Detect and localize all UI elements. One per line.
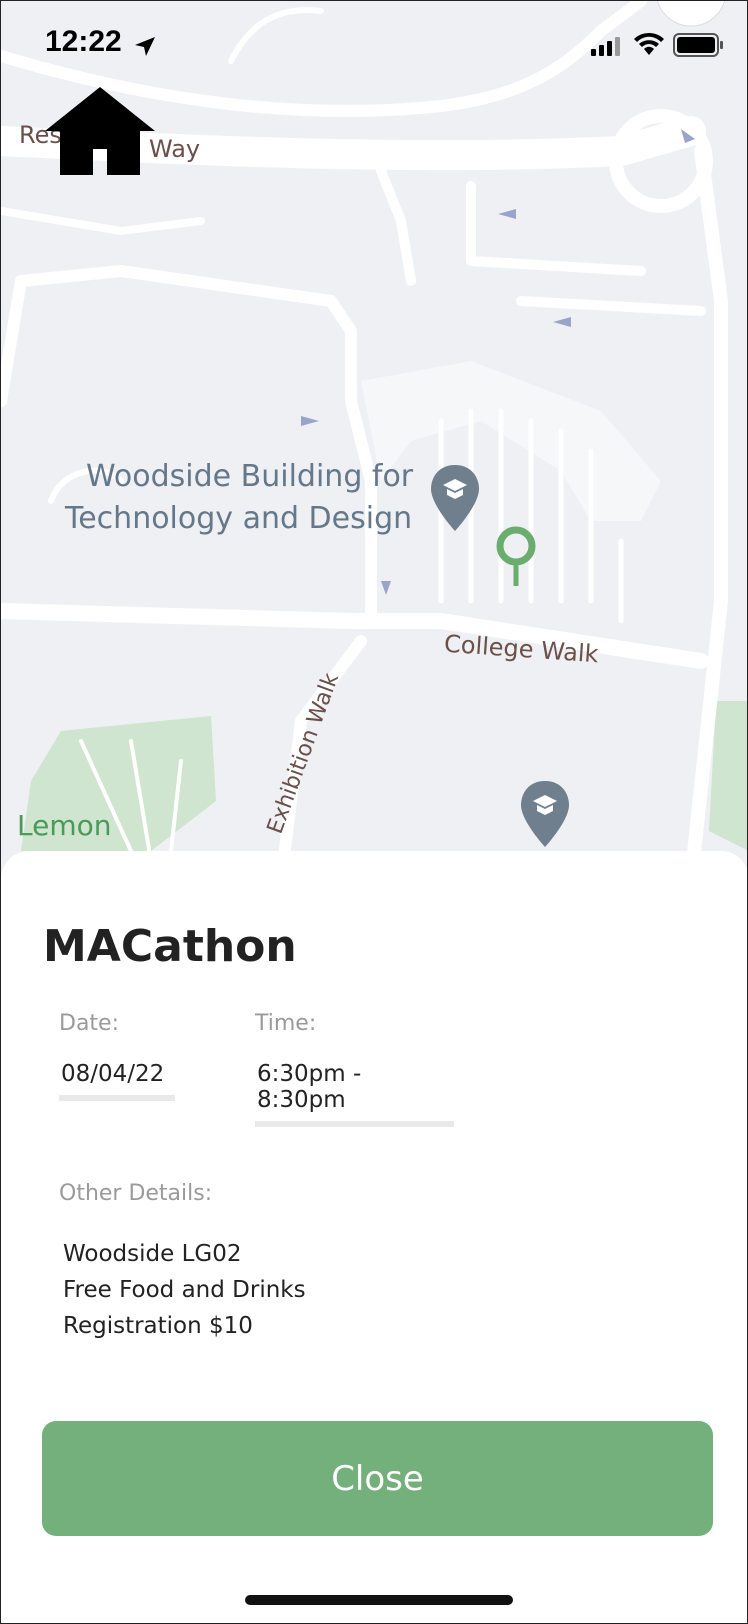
detail-item: Registration $10 [63,1313,253,1339]
home-button[interactable] [45,87,155,175]
status-bar: 12:22 [1,1,747,91]
map-road-label: Way [149,135,201,163]
detail-item: Woodside LG02 [63,1241,242,1267]
map-building-label: Woodside Building for [86,459,414,494]
home-indicator[interactable] [245,1595,513,1605]
time-value: 6:30pm - 8:30pm [255,1061,454,1127]
date-label: Date: [59,1011,119,1036]
status-time: 12:22 [45,25,122,58]
screen: Res Way Woodside Building for Technology… [0,0,748,1624]
date-value: 08/04/22 [59,1061,175,1101]
time-label: Time: [255,1011,317,1036]
detail-item: Free Food and Drinks [63,1277,306,1303]
poi-education-icon[interactable] [521,781,569,847]
battery-icon [673,33,723,57]
details-label: Other Details: [59,1181,213,1206]
location-arrow-icon [135,37,155,56]
close-button[interactable]: Close [42,1421,713,1536]
event-title: MACathon [43,921,297,972]
home-icon [45,87,155,175]
location-pin-icon[interactable] [496,526,536,586]
map-park-label: Lemon [17,809,112,842]
event-detail-sheet: MACathon Date: 08/04/22 Time: 6:30pm - 8… [1,851,747,1623]
close-button-label: Close [331,1458,424,1499]
wifi-icon [634,33,664,55]
cellular-signal-icon [591,37,620,56]
map-building-label: Technology and Design [65,501,413,536]
details-list: Woodside LG02 Free Food and Drinks Regis… [63,1236,306,1344]
